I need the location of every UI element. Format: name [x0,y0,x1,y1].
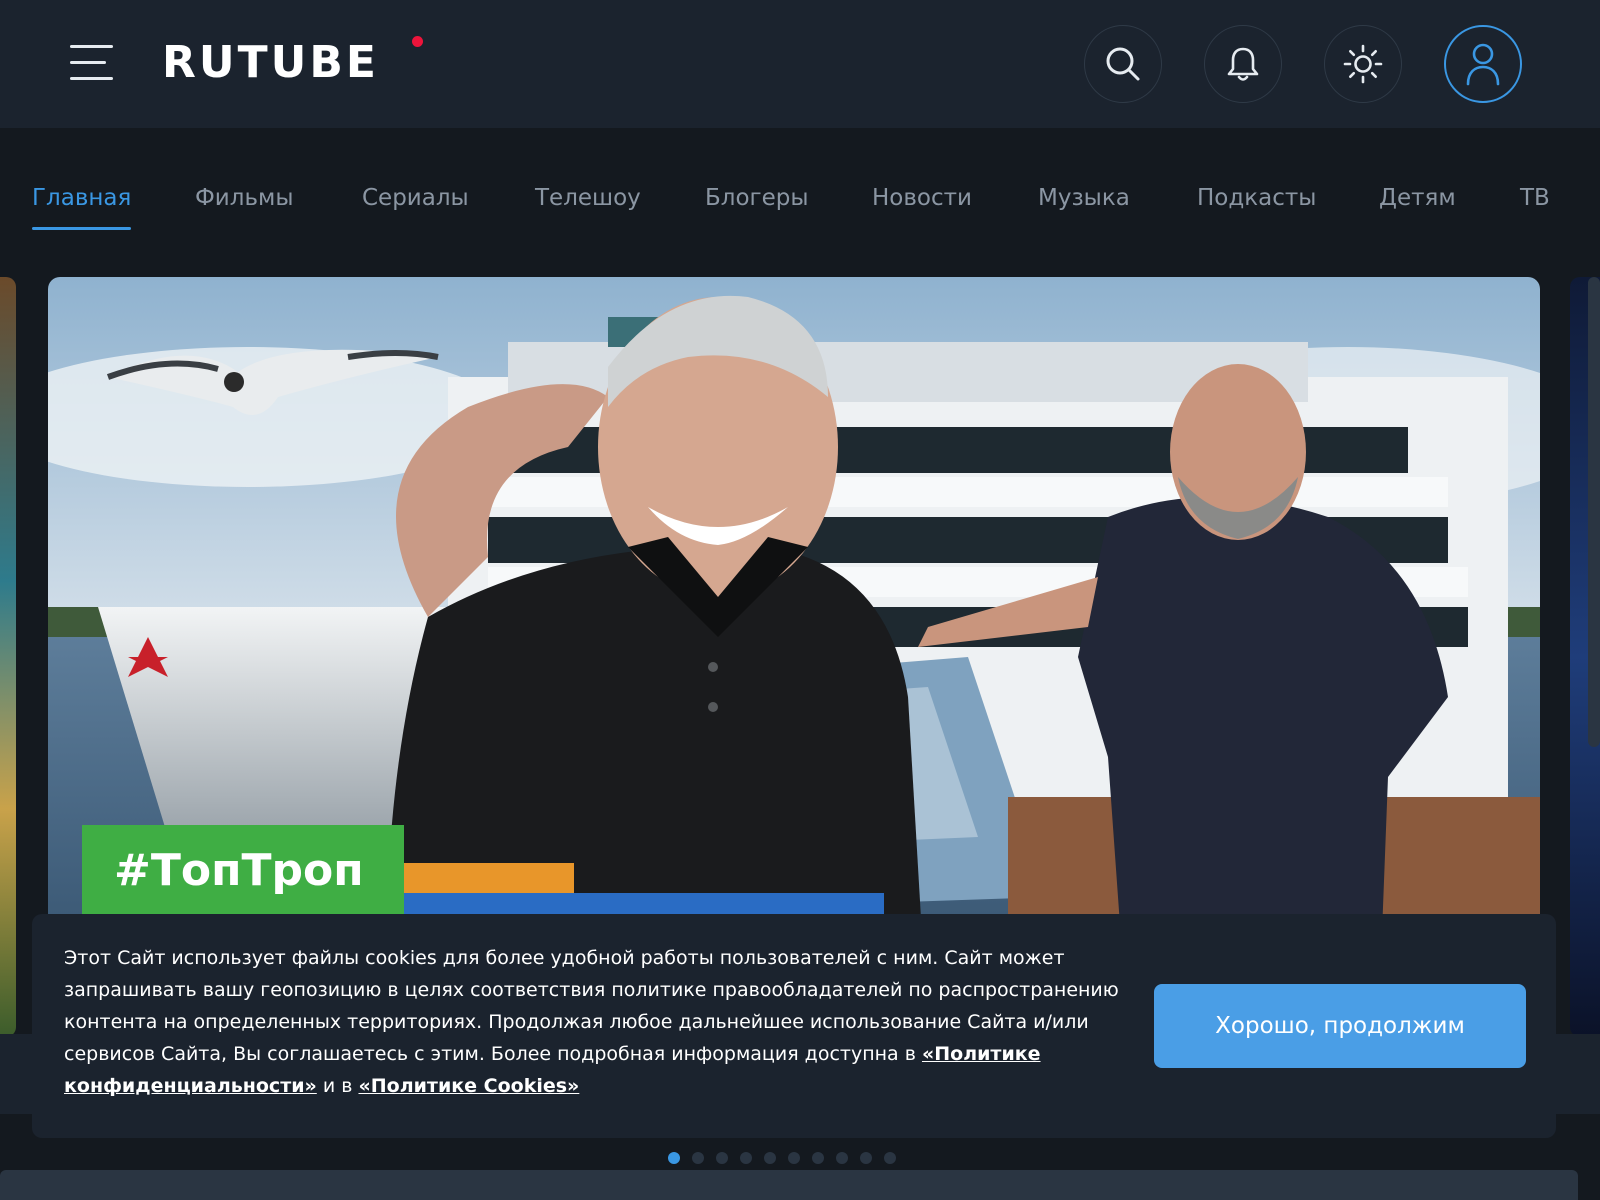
carousel-dot[interactable] [764,1152,776,1164]
tab-music[interactable]: Музыка [1038,180,1130,216]
carousel-dot[interactable] [692,1152,704,1164]
tab-tv[interactable]: ТВ [1520,180,1550,216]
tab-kids[interactable]: Детям [1379,180,1456,216]
carousel-dot[interactable] [740,1152,752,1164]
top-header: RUTUBE [0,0,1600,128]
cookie-consent-text: Этот Сайт использует файлы cookies для б… [64,942,1124,1102]
sun-theme-icon [1343,44,1383,84]
carousel-dot[interactable] [860,1152,872,1164]
banner-badge-text: #ТопТроп [114,845,364,896]
profile-button[interactable] [1444,25,1522,103]
search-button[interactable] [1084,25,1162,103]
cookie-consent-banner: Этот Сайт использует файлы cookies для б… [32,914,1556,1138]
tab-bloggers[interactable]: Блогеры [705,180,809,216]
accept-cookies-button[interactable]: Хорошо, продолжим [1154,984,1526,1068]
carousel-dot[interactable] [668,1152,680,1164]
tab-podcasts[interactable]: Подкасты [1197,180,1316,216]
cookie-conjunction: и в [316,1075,359,1097]
theme-toggle-button[interactable] [1324,25,1402,103]
rutube-logo[interactable]: RUTUBE [162,38,379,88]
previous-slide-preview[interactable] [0,277,16,1037]
active-tab-indicator [32,227,131,230]
search-icon [1106,47,1140,81]
next-section-edge [0,1170,1578,1200]
page-scrollbar[interactable] [1588,277,1600,747]
user-icon [1466,43,1500,86]
tab-home[interactable]: Главная [32,180,131,216]
tab-tvshows[interactable]: Телешоу [535,180,641,216]
category-tabs: Главная Фильмы Сериалы Телешоу Блогеры Н… [0,128,1600,238]
bell-icon [1227,47,1259,81]
notifications-button[interactable] [1204,25,1282,103]
carousel-dot[interactable] [812,1152,824,1164]
carousel-dot[interactable] [884,1152,896,1164]
carousel-dot[interactable] [716,1152,728,1164]
logo-dot [412,36,423,47]
carousel-dot[interactable] [788,1152,800,1164]
tab-movies[interactable]: Фильмы [195,180,294,216]
tab-news[interactable]: Новости [872,180,972,216]
hamburger-menu-icon[interactable] [70,44,113,82]
cookie-policy-link[interactable]: «Политике Cookies» [358,1075,579,1097]
carousel-dot[interactable] [836,1152,848,1164]
tab-series[interactable]: Сериалы [362,180,469,216]
carousel-dots [668,1152,896,1164]
